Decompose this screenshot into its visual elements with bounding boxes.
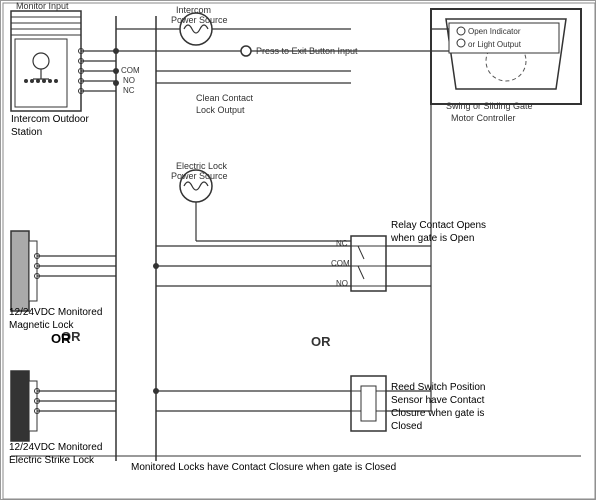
svg-text:NO: NO — [123, 76, 135, 85]
electric-strike-label: 12/24VDC MonitoredElectric Strike Lock — [9, 441, 102, 467]
svg-text:Power Source: Power Source — [171, 171, 228, 181]
reed-switch-label: Reed Switch PositionSensor have ContactC… — [391, 381, 486, 433]
svg-text:or Light Output: or Light Output — [468, 40, 522, 49]
svg-text:OR: OR — [311, 334, 331, 349]
svg-text:Lock Output: Lock Output — [196, 105, 245, 115]
bottom-note: Monitored Locks have Contact Closure whe… — [131, 461, 396, 474]
svg-text:Clean Contact: Clean Contact — [196, 93, 254, 103]
svg-text:Open Indicator: Open Indicator — [468, 27, 521, 36]
svg-text:Motor Controller: Motor Controller — [451, 113, 516, 123]
svg-text:Power Source: Power Source — [171, 15, 228, 25]
svg-text:Monitor Input: Monitor Input — [16, 1, 69, 11]
svg-text:Electric Lock: Electric Lock — [176, 161, 228, 171]
svg-text:Intercom: Intercom — [176, 5, 211, 15]
svg-text:Swing or Sliding Gate: Swing or Sliding Gate — [446, 101, 533, 111]
svg-text:COM: COM — [331, 259, 350, 268]
or1-label: OR — [51, 331, 71, 348]
svg-text:NO: NO — [336, 279, 348, 288]
svg-text:NC: NC — [123, 86, 135, 95]
svg-text:NC: NC — [336, 239, 348, 248]
intercom-outdoor-label: Intercom OutdoorStation — [11, 113, 89, 139]
diagram-container: Monitor Input Intercom Power Source Pres… — [0, 0, 596, 500]
relay-contact-label: Relay Contact Openswhen gate is Open — [391, 219, 486, 245]
magnetic-lock-label: 12/24VDC MonitoredMagnetic Lock — [9, 306, 102, 332]
svg-text:COM: COM — [121, 66, 140, 75]
